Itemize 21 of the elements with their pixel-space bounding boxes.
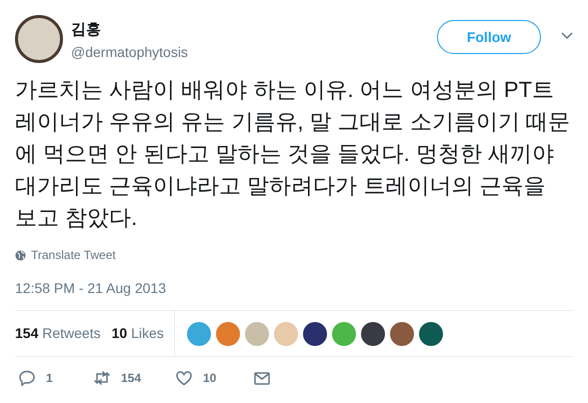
avatar-placeholder[interactable] bbox=[360, 322, 385, 346]
author-name[interactable]: 김홍 bbox=[71, 20, 188, 40]
avatar-placeholder[interactable] bbox=[390, 322, 414, 346]
translate-tweet-link[interactable]: Translate Tweet bbox=[31, 246, 116, 264]
avatar-placeholder[interactable] bbox=[418, 322, 443, 346]
action-count: 154 bbox=[121, 370, 142, 387]
heart-icon[interactable] bbox=[175, 369, 193, 387]
avatar-placeholder[interactable] bbox=[302, 322, 327, 346]
follow-button[interactable]: Follow bbox=[437, 20, 541, 54]
retweet-icon[interactable] bbox=[93, 369, 111, 387]
action-count: 1 bbox=[46, 370, 53, 387]
stat-link[interactable]: 10 Likes bbox=[112, 323, 164, 344]
tweet-timestamp[interactable]: 12:58 PM - 21 Aug 2013 bbox=[15, 278, 573, 299]
globe-icon[interactable] bbox=[15, 250, 26, 260]
chevron-down-icon[interactable] bbox=[561, 32, 573, 40]
avatar-placeholder[interactable] bbox=[15, 15, 63, 63]
action-count: 10 bbox=[203, 370, 216, 387]
tweet-text: 가르치는 사람이 배워야 하는 이유. 어느 여성분의 PT트레이너가 우유의 유는 기름유, 말 그대로 소기름이기 때문에 먹으면 안 된다고 말하는 것을 들었다. 멍청한 새끼야 대가리도 근육이냐라고 말하려다가 트레이너의 근육을 보고 참았다. bbox=[15, 76, 570, 232]
reply-icon[interactable] bbox=[18, 369, 36, 387]
stat-link[interactable]: 154 Retweets bbox=[15, 323, 101, 344]
author-handle[interactable]: @dermatophytosis bbox=[71, 42, 188, 62]
